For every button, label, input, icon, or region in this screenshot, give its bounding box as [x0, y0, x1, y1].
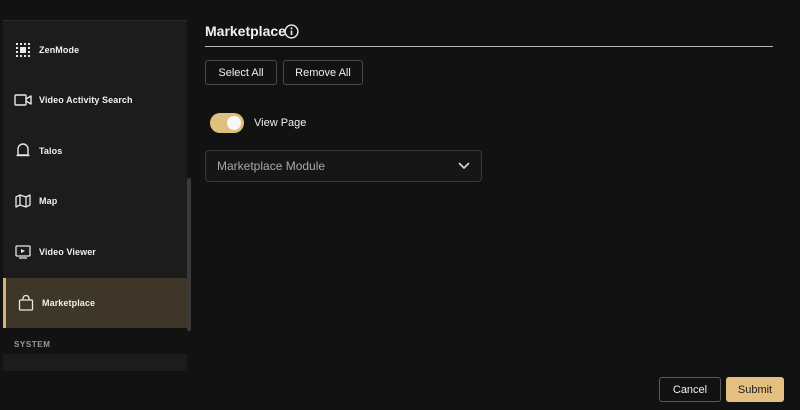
- title-divider: [205, 46, 773, 47]
- select-value: Marketplace Module: [217, 159, 326, 173]
- video-player-icon: [14, 243, 32, 261]
- toggle-knob: [227, 116, 241, 130]
- select-all-button[interactable]: Select All: [205, 60, 277, 85]
- sidebar-item-marketplace[interactable]: Marketplace: [3, 278, 187, 328]
- sidebar: ZenMode Video Activity Search Talos Map …: [0, 0, 192, 410]
- submit-button[interactable]: Submit: [726, 377, 784, 402]
- sidebar-item-label: ZenMode: [39, 45, 80, 55]
- info-icon[interactable]: [284, 24, 299, 39]
- view-page-label: View Page: [254, 117, 307, 129]
- bell-icon: [14, 142, 32, 160]
- remove-all-button[interactable]: Remove All: [283, 60, 363, 85]
- chevron-down-icon: [458, 157, 470, 175]
- sidebar-item-label: Video Activity Search: [39, 95, 133, 105]
- sidebar-scrollbar[interactable]: [187, 178, 191, 331]
- section-item-placeholder: [3, 354, 187, 371]
- map-icon: [14, 192, 32, 210]
- sidebar-item-label: Marketplace: [42, 298, 96, 308]
- view-page-toggle[interactable]: [210, 113, 244, 133]
- cancel-button[interactable]: Cancel: [659, 377, 721, 402]
- video-camera-icon: [14, 91, 32, 109]
- sidebar-item-map[interactable]: Map: [3, 176, 187, 226]
- sidebar-item-label: Talos: [39, 146, 63, 156]
- section-label-system: SYSTEM: [14, 340, 51, 349]
- sidebar-item-talos[interactable]: Talos: [3, 126, 187, 176]
- sidebar-item-zenmode[interactable]: ZenMode: [3, 25, 187, 75]
- sidebar-item-label: Video Viewer: [39, 247, 96, 257]
- zenmode-icon: [14, 41, 32, 59]
- sidebar-item-video-viewer[interactable]: Video Viewer: [3, 227, 187, 277]
- sidebar-item-video-activity-search[interactable]: Video Activity Search: [3, 75, 187, 125]
- sidebar-item-label: Map: [39, 196, 58, 206]
- shopping-bag-icon: [17, 294, 35, 312]
- marketplace-module-select[interactable]: Marketplace Module: [205, 150, 482, 182]
- page-title: Marketplace: [205, 23, 286, 39]
